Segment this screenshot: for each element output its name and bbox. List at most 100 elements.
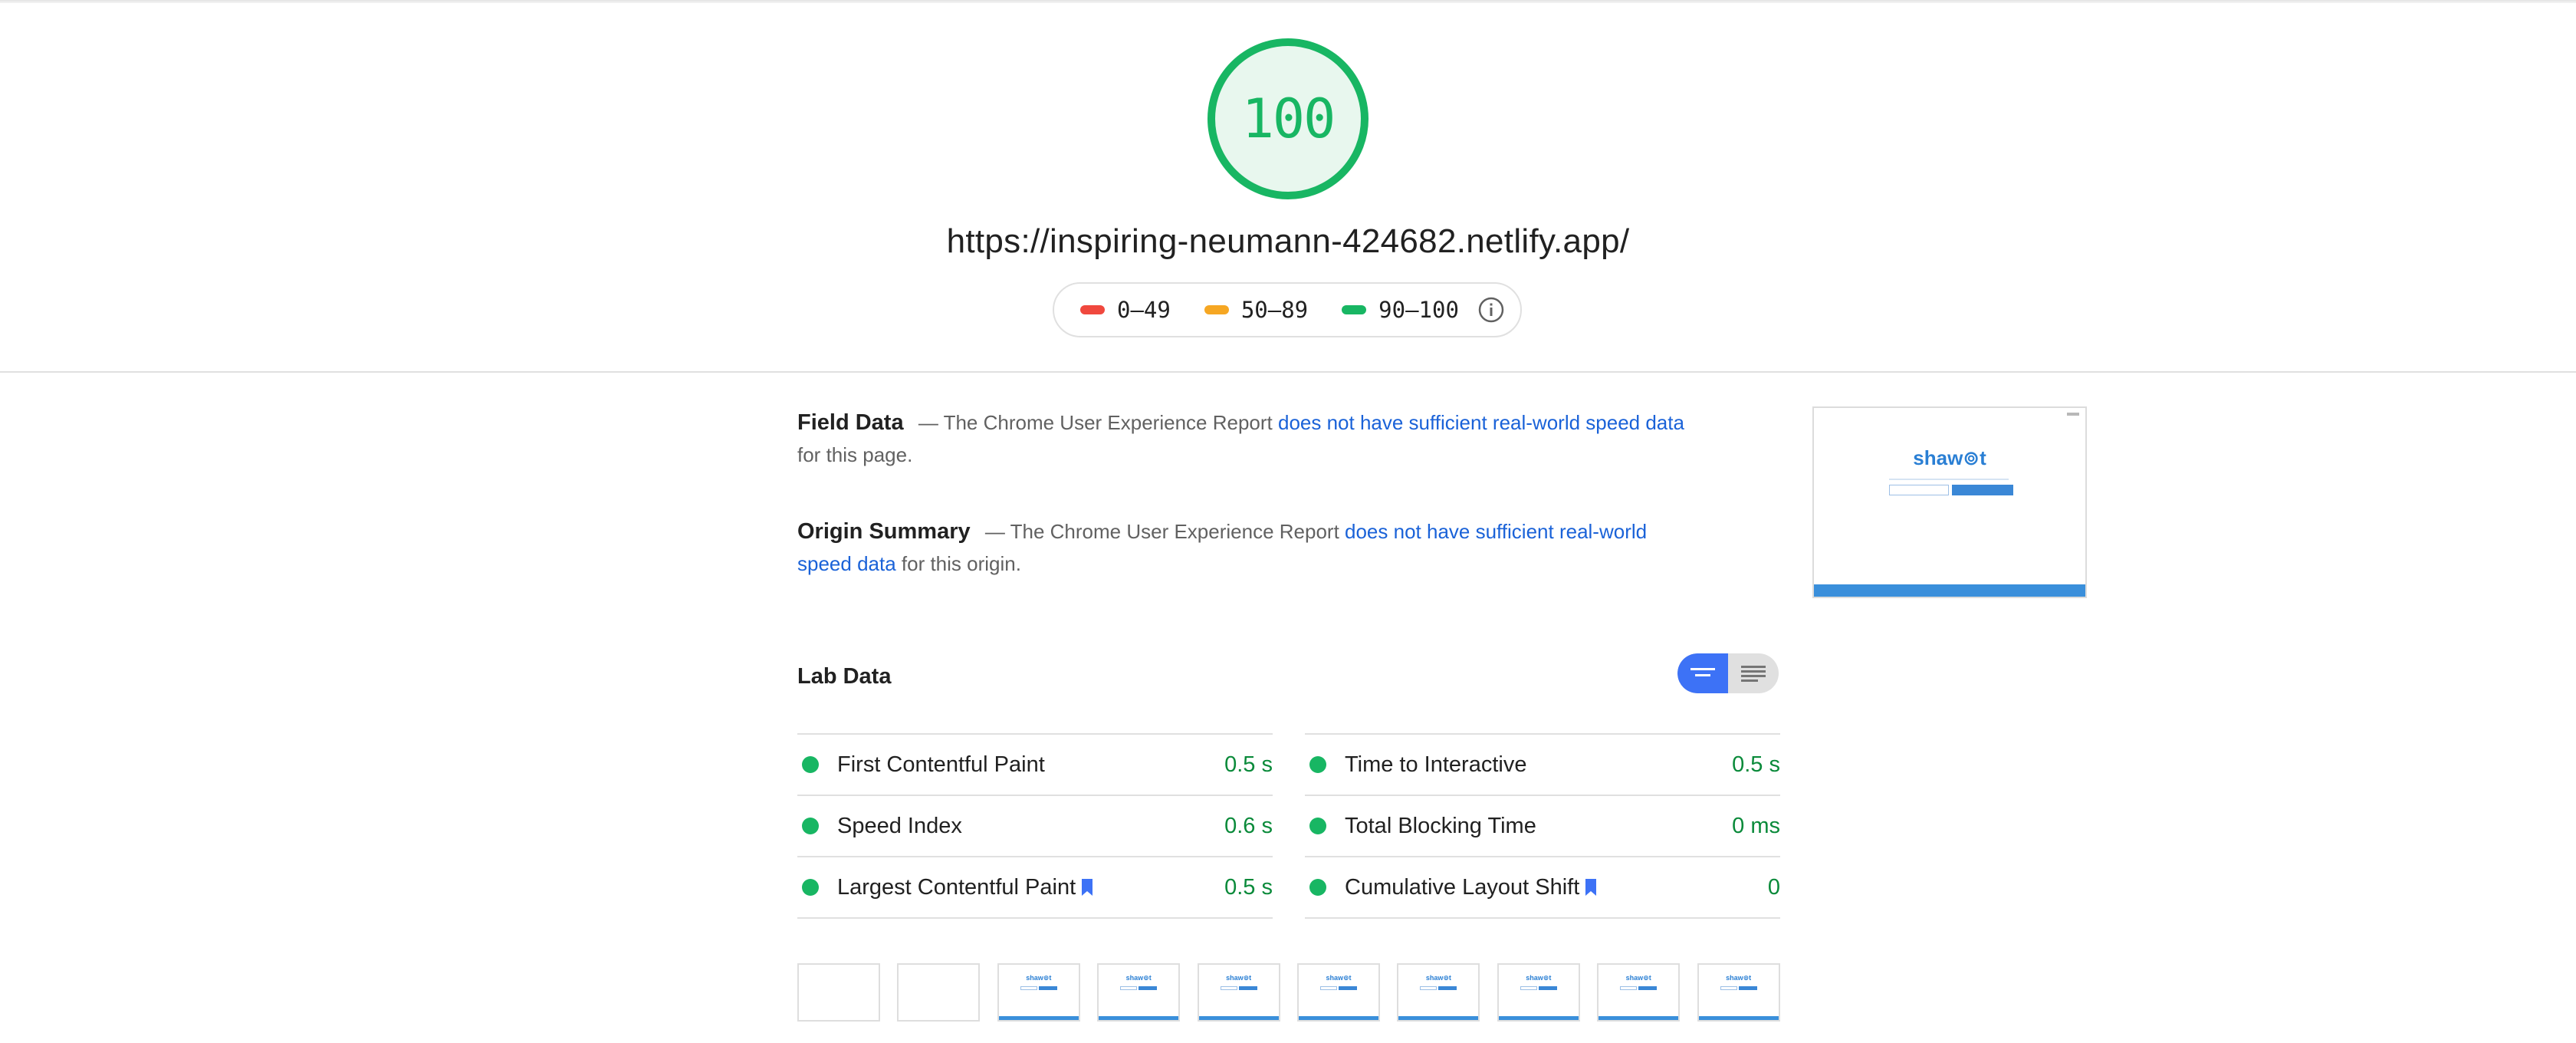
frame-button [1738,986,1757,990]
legend-fail-label: 0–49 [1117,297,1171,323]
metric-value: 0 ms [1732,813,1780,838]
frame-button [1438,986,1457,990]
frame-button [1538,986,1557,990]
metric-label: First Contentful Paint [837,752,1045,777]
frame-footer [1698,1016,1779,1020]
frame-footer [1398,1016,1479,1020]
legend-fail-swatch [1080,305,1105,314]
metric-value: 0 [1767,874,1780,900]
pass-indicator-icon [1309,879,1326,896]
filmstrip-frame[interactable] [797,963,880,1022]
thumbnail-input [1889,485,1949,495]
frame-brand-logo: shaw⊚t [1026,974,1052,982]
metric-cumulative-layout-shift: Cumulative Layout Shift 0 [1305,856,1780,919]
field-data-link[interactable]: does not have sufficient real-world spee… [1278,411,1684,434]
frame-brand-logo: shaw⊚t [1425,974,1451,982]
pass-indicator-icon [1309,756,1326,773]
frame-input [1720,986,1737,990]
frame-button [1038,986,1057,990]
origin-summary-suffix: for this origin. [895,552,1021,575]
legend-average: 50–89 [1204,297,1308,323]
field-data-suffix: for this page. [797,443,913,466]
metrics-right-column: Time to Interactive 0.5 s Total Blocking… [1305,733,1780,919]
legend-average-label: 50–89 [1240,297,1309,323]
filmstrip-frame[interactable]: shaw⊚t [1397,963,1480,1022]
origin-summary-title: Origin Summary [797,519,971,544]
filmstrip-frame[interactable]: shaw⊚t [997,963,1080,1022]
metric-label: Speed Index [837,813,962,838]
frame-brand-logo: shaw⊚t [1726,974,1752,982]
pass-indicator-icon [1309,818,1326,834]
legend-pass: 90–100 [1342,297,1459,323]
metric-value: 0.5 s [1224,874,1273,900]
metric-largest-contentful-paint: Largest Contentful Paint 0.5 s [797,856,1273,919]
metric-first-contentful-paint: First Contentful Paint 0.5 s [797,733,1273,795]
frame-input [1220,986,1237,990]
metrics-view-toggle [1677,653,1779,693]
thumbnail-brand-logo: shaw⊚t [1913,446,1986,469]
frame-input [1420,986,1438,990]
frame-footer [998,1016,1079,1020]
frame-footer [1498,1016,1579,1020]
pass-indicator-icon [802,818,819,834]
frame-brand-logo: shaw⊚t [1526,974,1552,982]
detailed-view-icon [1741,666,1766,682]
final-screenshot-thumbnail[interactable]: shaw⊚t [1812,406,2087,598]
field-data-prefix: — The Chrome User Experience Report [918,411,1278,434]
frame-footer [1198,1016,1279,1020]
filmstrip-frame[interactable]: shaw⊚t [1197,963,1280,1022]
filmstrip-frame[interactable] [897,963,981,1022]
frame-input [1020,986,1037,990]
frame-footer [1299,1016,1378,1020]
frame-brand-logo: shaw⊚t [1625,974,1651,982]
legend-fail: 0–49 [1080,297,1171,323]
thumbnail-button [1952,485,2013,495]
frame-button [1238,986,1257,990]
field-data-title: Field Data [797,410,904,435]
top-shadow-line [0,0,2576,3]
metric-label: Cumulative Layout Shift [1345,874,1580,900]
filmstrip-frame[interactable]: shaw⊚t [1597,963,1681,1022]
header-divider [0,371,2576,373]
tested-url: https://inspiring-neumann-424682.netlify… [946,222,1630,260]
summary-view-button[interactable] [1677,653,1728,693]
origin-summary-section: Origin Summary — The Chrome User Experie… [797,515,1679,580]
metric-time-to-interactive: Time to Interactive 0.5 s [1305,733,1780,795]
metric-label: Total Blocking Time [1345,813,1536,838]
legend-pass-swatch [1342,305,1367,314]
summary-view-icon [1691,668,1715,676]
detailed-view-button[interactable] [1728,653,1779,693]
field-data-section: Field Data — The Chrome User Experience … [797,406,1687,471]
metric-value: 0.5 s [1732,752,1780,777]
metrics-left-column: First Contentful Paint 0.5 s Speed Index… [797,733,1273,919]
frame-button [1638,986,1658,990]
filmstrip-frame[interactable]: shaw⊚t [1097,963,1181,1022]
metric-value: 0.5 s [1224,752,1273,777]
frame-brand-logo: shaw⊚t [1226,974,1252,982]
frame-brand-logo: shaw⊚t [1326,974,1352,982]
metric-value: 0.6 s [1224,813,1273,838]
frame-brand-logo: shaw⊚t [1125,974,1152,982]
origin-summary-prefix: — The Chrome User Experience Report [984,520,1346,543]
legend-average-swatch [1204,305,1229,314]
frame-footer [1099,1016,1179,1020]
legend-pass-label: 90–100 [1378,297,1459,323]
performance-score: 100 [1241,87,1336,150]
frame-input [1320,986,1337,990]
frame-button [1339,986,1357,990]
metric-speed-index: Speed Index 0.6 s [797,795,1273,856]
frame-input [1120,986,1138,990]
filmstrip-frame[interactable]: shaw⊚t [1297,963,1380,1022]
performance-score-gauge[interactable]: 100 [1206,37,1370,201]
core-web-vital-bookmark-icon [1585,879,1597,896]
metric-label: Time to Interactive [1345,752,1527,777]
filmstrip-frame[interactable]: shaw⊚t [1697,963,1780,1022]
pass-indicator-icon [802,879,819,896]
info-icon[interactable] [1477,296,1505,324]
lab-data-title: Lab Data [797,664,892,689]
core-web-vital-bookmark-icon [1082,879,1093,896]
frame-footer [1598,1016,1679,1020]
thumbnail-footer [1814,584,2085,597]
filmstrip-frame[interactable]: shaw⊚t [1497,963,1580,1022]
score-legend: 0–49 50–89 90–100 [1053,282,1522,337]
